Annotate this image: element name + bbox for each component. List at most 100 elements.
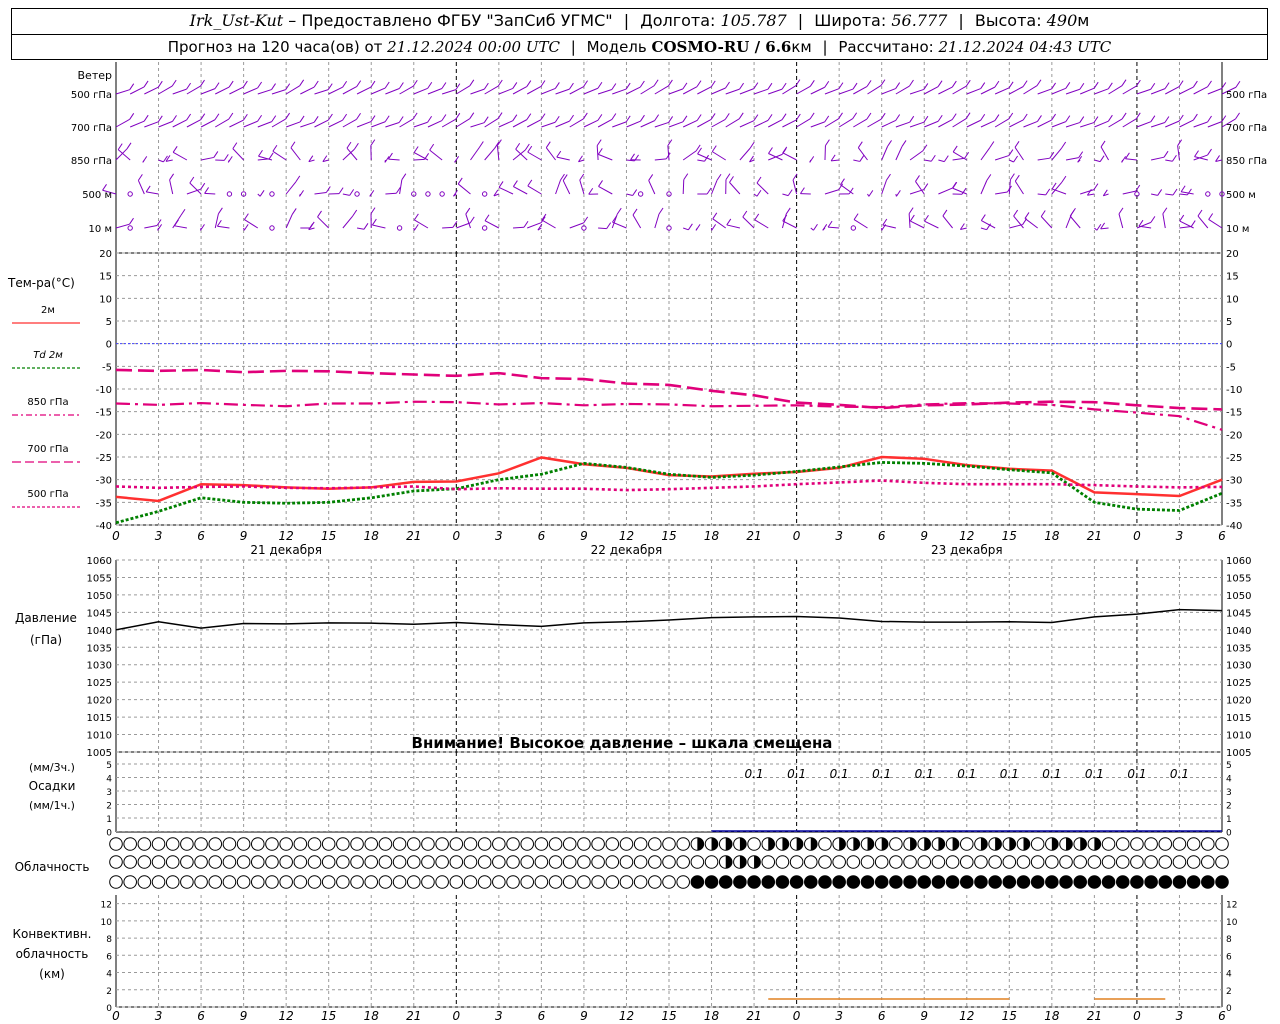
wind-barb-icon (1197, 215, 1209, 229)
wind-barb-flag (1096, 223, 1102, 231)
wind-barb-flag (886, 173, 891, 181)
cloud-cover-icon (307, 837, 322, 851)
wind-barb-icon (612, 221, 627, 229)
wind-barb-flag (683, 173, 689, 180)
wind-barb-flag (712, 212, 718, 220)
wind-barb-icon (598, 153, 613, 161)
wind-barb-flag (951, 113, 957, 120)
temp-tick-left: -20 (96, 430, 112, 441)
wind-barb-icon (1162, 213, 1166, 229)
cloud-cover-icon (137, 875, 152, 889)
time-label: 6 (538, 529, 546, 543)
wind-calm-icon (439, 191, 445, 197)
precip-tick-right: 2 (1226, 802, 1232, 812)
wind-barb-icon (711, 87, 726, 95)
temp-tick-right: 20 (1226, 249, 1239, 260)
wind-barb-icon (158, 85, 173, 95)
cloud-cover-icon (151, 855, 166, 869)
time-label-bottom: 15 (321, 1009, 336, 1023)
wind-barb-flag (228, 80, 234, 88)
cloud-cover-icon (1201, 855, 1215, 869)
wind-barb-flag (342, 113, 348, 121)
wind-barb-flag (291, 208, 297, 215)
cloud-cover-icon (917, 875, 932, 889)
wind-barb-icon (541, 121, 556, 128)
wind-barb-icon (739, 120, 755, 128)
wind-barb-icon (314, 89, 329, 95)
pressure-tick-right: 1010 (1226, 731, 1251, 742)
cloud-cover-icon (931, 855, 946, 869)
wind-barb-flag (630, 153, 635, 161)
wind-barb-icon (853, 118, 868, 128)
time-label: 18 (704, 529, 720, 543)
wind-barb-flag (214, 82, 220, 89)
wind-barb-flag (1150, 216, 1156, 223)
temp-tick-right: 0 (1226, 340, 1232, 351)
wind-barb-icon (562, 180, 571, 195)
wind-barb-flag (556, 150, 562, 158)
cloud-cover-icon (1030, 855, 1045, 869)
wind-barb-flag (204, 187, 209, 194)
wind-barb-flag (290, 141, 296, 149)
precip-tick-right: 0 (1226, 829, 1232, 839)
wind-barb-icon (115, 89, 130, 95)
wind-barb-flag (213, 151, 219, 158)
wind-barb-icon (285, 85, 300, 95)
wind-barb-flag (465, 207, 471, 215)
precip-tick-left: 3 (106, 788, 112, 798)
temp-tick-right: 15 (1226, 272, 1239, 283)
wind-barb-icon (328, 119, 343, 128)
wind-barb-flag (915, 175, 920, 182)
wind-barb-icon (555, 120, 570, 128)
wind-barb-flag (156, 219, 162, 226)
cloud-cover-icon (1087, 855, 1102, 869)
time-label: 3 (495, 529, 503, 543)
wind-barb-flag (1013, 209, 1019, 217)
wind-barb-icon (980, 120, 996, 128)
wind-barb-flag (859, 155, 865, 162)
wind-barb-flag (937, 114, 943, 122)
wind-barb-icon (792, 179, 798, 195)
cloud-cover-icon (874, 855, 889, 869)
cloud-cover-icon (222, 875, 237, 889)
wind-barb-flag (569, 82, 574, 90)
wind-barb-icon (994, 118, 1009, 128)
wind-barb-icon (810, 227, 814, 231)
wind-barb-flag (214, 113, 220, 121)
conv-tick-right: 10 (1226, 918, 1238, 928)
cloud-cover-icon (1172, 837, 1187, 851)
time-label: 15 (661, 529, 676, 543)
temp-tick-left: -35 (96, 498, 112, 509)
cloud-cover-icon (676, 855, 690, 869)
wind-barb-icon (569, 86, 584, 95)
wind-barb-flag (1014, 141, 1020, 148)
wind-barb-icon (938, 187, 953, 195)
wind-barb-flag (682, 82, 688, 90)
time-label: 12 (619, 529, 634, 543)
wind-barb-flag (768, 147, 773, 154)
cloud-cover-icon (293, 875, 308, 889)
wind-barb-flag (937, 80, 943, 87)
cloud-cover-icon (194, 875, 208, 889)
wind-barb-icon (668, 88, 684, 95)
time-label: 3 (835, 529, 843, 543)
wind-barb-icon (753, 88, 769, 95)
wind-barb-flag (1207, 115, 1212, 123)
wind-barb-icon (413, 87, 428, 95)
wind-barb-icon (1150, 88, 1166, 95)
wind-barb-flag (1061, 175, 1067, 183)
time-label: 0 (452, 529, 460, 543)
wind-barb-icon (456, 222, 471, 229)
cloud-cover-icon (1172, 855, 1187, 869)
wind-barb-flag (1100, 222, 1106, 230)
wind-barb-icon (682, 120, 698, 128)
cloud-cover-icon (1158, 855, 1173, 869)
cloud-cover-partial-icon (796, 837, 803, 851)
wind-barb-flag (515, 142, 521, 150)
time-label-bottom: 6 (878, 1009, 886, 1023)
cloud-cover-icon (803, 855, 818, 869)
wind-barb-icon (342, 215, 354, 229)
wind-barb-icon (1051, 87, 1067, 95)
cloud-cover-icon (959, 837, 974, 851)
time-label-bottom: 0 (452, 1009, 460, 1023)
